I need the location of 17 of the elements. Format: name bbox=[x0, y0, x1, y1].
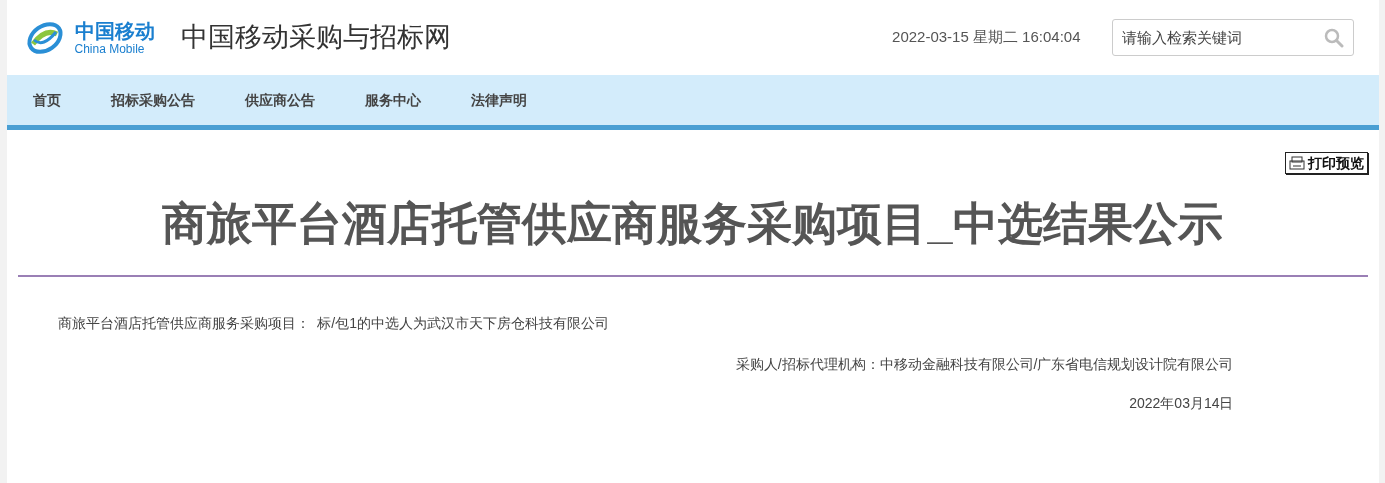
search-icon[interactable] bbox=[1323, 28, 1344, 48]
nav-link[interactable]: 服务中心 bbox=[364, 89, 421, 111]
nav-link[interactable]: 法律声明 bbox=[470, 89, 527, 111]
nav-link[interactable]: 供应商公告 bbox=[244, 89, 315, 111]
logo-subtitle: China Mobile bbox=[74, 42, 146, 55]
article-title: 商旅平台酒店托管供应商服务采购项目_中选结果公示 bbox=[161, 197, 1224, 251]
signature: 采购人/招标代理机构：中移动金融科技有限公司/广东省电信规划设计院有限公司 bbox=[735, 355, 1234, 374]
date-time: 2022-03-15 星期二 16:04:04 bbox=[892, 27, 1081, 48]
print-preview-button[interactable]: 打印预览 bbox=[1284, 152, 1368, 174]
printer-icon bbox=[1288, 156, 1305, 170]
nav-link[interactable]: 首页 bbox=[32, 89, 61, 111]
article-body: 商旅平台酒店托管供应商服务采购项目： 标/包1的中选人为武汉市天下房仓科技有限公司 bbox=[57, 314, 610, 333]
nav-link[interactable]: 招标采购公告 bbox=[110, 89, 195, 111]
logo-name: 中国移动 bbox=[74, 20, 155, 41]
search-field[interactable]: 请输入检索关键词 bbox=[1111, 19, 1354, 56]
publish-date: 2022年03月14日 bbox=[1129, 394, 1234, 413]
site-title: 中国移动采购与招标网 bbox=[180, 21, 451, 55]
